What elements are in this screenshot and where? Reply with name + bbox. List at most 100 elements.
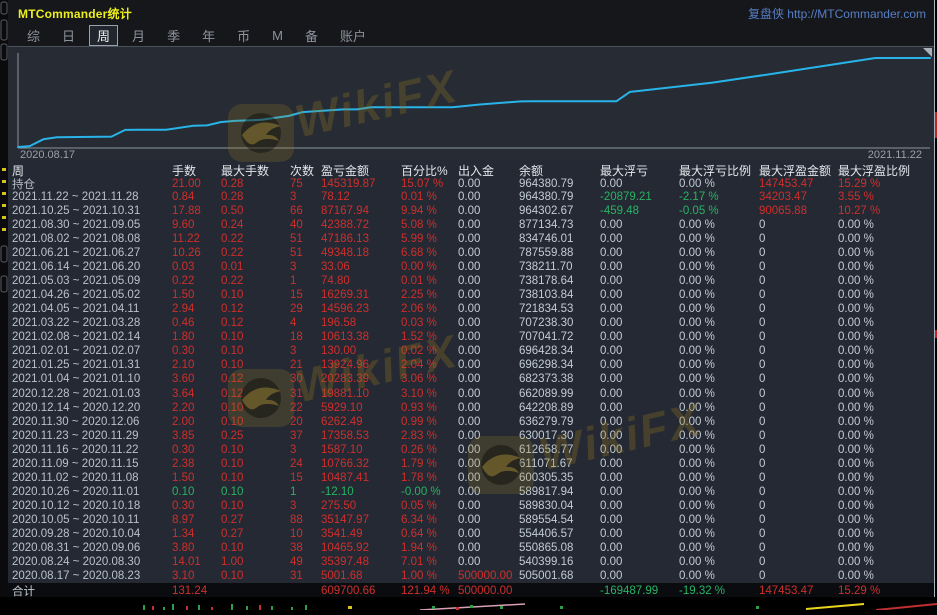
table-row[interactable]: 2021.06.21 ~ 2021.06.2710.260.225149348.…	[8, 246, 934, 260]
table-row[interactable]: 2021.01.25 ~ 2021.01.312.100.102113924.9…	[8, 358, 934, 372]
table-cell: 5.99 %	[401, 233, 458, 245]
table-cell: 0.00	[458, 430, 519, 442]
table-row[interactable]: 2020.08.24 ~ 2020.08.3014.011.004935397.…	[8, 555, 934, 569]
table-cell: 0.00 %	[838, 261, 934, 273]
background-chart-strip	[0, 597, 937, 604]
table-cell: 2021.08.30 ~ 2021.09.05	[12, 219, 172, 231]
menu-item-5[interactable]: 季	[159, 25, 188, 46]
table-cell: 16269.31	[321, 289, 401, 301]
table-cell: 696428.34	[519, 345, 600, 357]
table-cell: 0.00 %	[838, 247, 934, 259]
table-total-row[interactable]: 合计131.24609700.66121.94 %500000.00-16948…	[8, 583, 934, 597]
table-row[interactable]: 2021.01.04 ~ 2021.01.103.600.123020283.3…	[8, 372, 934, 386]
table-row[interactable]: 2021.06.14 ~ 2021.06.200.030.01333.060.0…	[8, 260, 934, 274]
table-cell: 10.27 %	[838, 205, 934, 217]
table-cell: 3	[290, 191, 321, 203]
table-row[interactable]: 2020.08.31 ~ 2020.09.063.800.103810465.9…	[8, 541, 934, 555]
menu-item-6[interactable]: 年	[194, 25, 223, 46]
table-cell: 3	[290, 345, 321, 357]
table-cell: 1587.10	[321, 444, 401, 456]
table-cell: 275.50	[321, 500, 401, 512]
table-row[interactable]: 2020.11.09 ~ 2020.11.152.380.102410766.3…	[8, 457, 934, 471]
table-row[interactable]: 2020.11.16 ~ 2020.11.220.300.1031587.100…	[8, 443, 934, 457]
table-cell: 1.78 %	[401, 472, 458, 484]
brand-link[interactable]: 复盘侠 http://MTCommander.com	[748, 5, 926, 22]
table-cell: 0.00 %	[838, 345, 934, 357]
table-row[interactable]: 2020.08.17 ~ 2020.08.233.100.10315001.68…	[8, 569, 934, 583]
table-cell: 0.00 %	[679, 373, 759, 385]
menu-item-8[interactable]: M	[264, 27, 291, 44]
table-cell: 2021.01.04 ~ 2021.01.10	[12, 373, 172, 385]
table-row[interactable]: 2021.08.02 ~ 2021.08.0811.220.225147186.…	[8, 232, 934, 246]
table-cell: 0.00 %	[838, 402, 934, 414]
table-row[interactable]: 2020.10.26 ~ 2020.11.010.100.101-12.10-0…	[8, 485, 934, 499]
table-row[interactable]: 2020.12.14 ~ 2020.12.202.200.10225929.10…	[8, 401, 934, 415]
table-cell: 0.00 %	[838, 514, 934, 526]
table-cell: 2021.03.22 ~ 2021.03.28	[12, 317, 172, 329]
table-row[interactable]: 2021.08.30 ~ 2021.09.059.600.244042388.7…	[8, 218, 934, 232]
table-row[interactable]: 2020.11.30 ~ 2020.12.062.000.10206262.49…	[8, 415, 934, 429]
table-cell: 31	[290, 570, 321, 582]
table-cell: 10465.92	[321, 542, 401, 554]
table-cell: 0.00	[458, 345, 519, 357]
table-cell: 2.94	[172, 303, 221, 315]
table-cell: 964302.67	[519, 205, 600, 217]
table-cell: 0.00 %	[679, 317, 759, 329]
menu-item-9[interactable]: 备	[297, 25, 326, 46]
table-row[interactable]: 2020.09.28 ~ 2020.10.041.340.27103541.49…	[8, 527, 934, 541]
table-cell: 2020.08.31 ~ 2020.09.06	[12, 542, 172, 554]
menu-item-7[interactable]: 币	[229, 25, 258, 46]
table-cell: 31	[290, 388, 321, 400]
table-cell: 642208.89	[519, 402, 600, 414]
menu-item-3[interactable]: 周	[89, 25, 118, 46]
table-cell: 0.10	[172, 486, 221, 498]
table-row[interactable]: 2021.10.25 ~ 2021.10.3117.880.506687167.…	[8, 204, 934, 218]
table-cell: 0.00	[458, 528, 519, 540]
table-cell: 2020.10.12 ~ 2020.10.18	[12, 500, 172, 512]
table-cell: 0.30	[172, 444, 221, 456]
menu-item-1[interactable]: 综	[19, 25, 48, 46]
table-cell: 0.10	[221, 416, 290, 428]
window-title: MTCommander统计	[18, 5, 132, 22]
table-cell: 2020.11.16 ~ 2020.11.22	[12, 444, 172, 456]
table-row[interactable]: 2021.11.22 ~ 2021.11.280.840.28378.120.0…	[8, 190, 934, 204]
table-cell: 1.00 %	[401, 570, 458, 582]
background-toolbar-fragment-icon	[0, 0, 8, 604]
table-cell: 0.10	[221, 402, 290, 414]
table-cell: -459.48	[600, 205, 679, 217]
table-cell: 0.00 %	[838, 331, 934, 343]
table-cell: 51	[290, 233, 321, 245]
table-row[interactable]: 2021.02.08 ~ 2021.02.141.800.101810613.3…	[8, 330, 934, 344]
table-cell: 3541.49	[321, 528, 401, 540]
table-row[interactable]: 2021.03.22 ~ 2021.03.280.460.124196.580.…	[8, 316, 934, 330]
table-cell: 0.27	[221, 528, 290, 540]
table-cell: 2.10	[172, 359, 221, 371]
table-row[interactable]: 2021.04.26 ~ 2021.05.021.500.101516269.3…	[8, 288, 934, 302]
menu-item-10[interactable]: 账户	[332, 25, 374, 46]
table-row[interactable]: 2020.10.12 ~ 2020.10.180.300.103275.500.…	[8, 499, 934, 513]
table-row[interactable]: 2020.11.02 ~ 2020.11.081.500.101510487.4…	[8, 471, 934, 485]
table-cell: 18	[290, 331, 321, 343]
table-header[interactable]: 周手数最大手数次数盈亏金额百分比%出入金余额最大浮亏最大浮亏比例最大浮盈金额最大…	[8, 162, 934, 176]
table-row[interactable]: 2021.02.01 ~ 2021.02.070.300.103130.000.…	[8, 344, 934, 358]
table-cell: 22	[290, 402, 321, 414]
table-cell: 74.80	[321, 275, 401, 287]
table-row[interactable]: 持仓21.000.2875145319.8715.07 %0.00964380.…	[8, 176, 934, 190]
table-row[interactable]: 2020.12.28 ~ 2021.01.033.640.123119881.1…	[8, 387, 934, 401]
table-cell: 834746.01	[519, 233, 600, 245]
table-cell: 35147.97	[321, 514, 401, 526]
table-cell: 15	[290, 289, 321, 301]
table-cell: 2.04 %	[401, 359, 458, 371]
table-row[interactable]: 2020.11.23 ~ 2020.11.293.850.253717358.5…	[8, 429, 934, 443]
table-cell: 0.00	[458, 500, 519, 512]
scroll-arrow-icon[interactable]	[923, 48, 932, 57]
table-cell: 612658.77	[519, 444, 600, 456]
table-cell: 0.00	[600, 514, 679, 526]
table-row[interactable]: 2021.04.05 ~ 2021.04.112.940.122914596.2…	[8, 302, 934, 316]
table-cell: 0.10	[221, 472, 290, 484]
table-row[interactable]: 2020.10.05 ~ 2020.10.118.970.278835147.9…	[8, 513, 934, 527]
menu-item-4[interactable]: 月	[124, 25, 153, 46]
menu-item-2[interactable]: 日	[54, 25, 83, 46]
table-cell: 0.00	[600, 458, 679, 470]
table-row[interactable]: 2021.05.03 ~ 2021.05.090.220.22174.800.0…	[8, 274, 934, 288]
